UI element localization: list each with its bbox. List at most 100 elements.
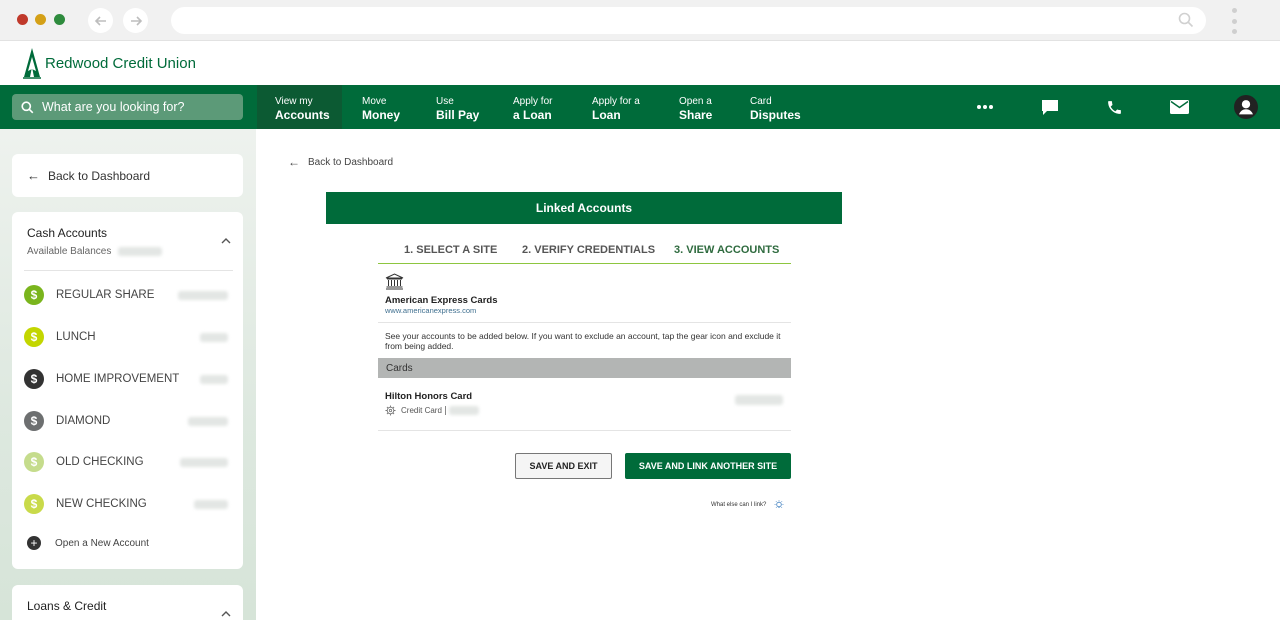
chat-icon[interactable] xyxy=(1038,95,1062,119)
bank-icon xyxy=(385,273,404,290)
cards-section-header: Cards xyxy=(378,358,791,378)
browser-chrome xyxy=(0,0,1280,41)
nav-label-bottom: Bill Pay xyxy=(436,108,480,122)
nav-bill-pay[interactable]: Use Bill Pay xyxy=(436,85,479,129)
account-lunch[interactable]: $ LUNCH xyxy=(24,325,234,349)
nav-label-top: Apply for xyxy=(513,96,553,107)
lightbulb-icon xyxy=(774,500,784,508)
hidden-balance xyxy=(180,457,228,467)
chevron-up-icon[interactable] xyxy=(221,236,231,246)
step-verify-credentials: 2. VERIFY CREDENTIALS xyxy=(522,244,656,256)
dollar-icon: $ xyxy=(24,494,44,514)
nav-label-top: Move xyxy=(362,96,387,107)
nav-label-bottom: a Loan xyxy=(513,108,552,122)
what-else-link[interactable]: What else can I link? xyxy=(711,500,784,510)
search-input[interactable] xyxy=(42,100,232,114)
account-regular-share[interactable]: $ REGULAR SHARE xyxy=(24,283,234,307)
account-home-improvement[interactable]: $ HOME IMPROVEMENT xyxy=(24,367,234,391)
profile-icon[interactable] xyxy=(1234,95,1258,119)
hidden-balance xyxy=(188,416,228,426)
site-search[interactable] xyxy=(12,94,243,120)
nav-apply-for-a-loan[interactable]: Apply for a Loan xyxy=(592,85,640,129)
back-label: Back to Dashboard xyxy=(308,156,394,168)
save-and-link-another-button[interactable]: SAVE AND LINK ANOTHER SITE xyxy=(625,453,791,479)
browser-forward-button[interactable] xyxy=(123,8,148,33)
hidden-balance xyxy=(200,374,228,384)
step-progress: 1. SELECT A SITE 2. VERIFY CREDENTIALS 3… xyxy=(378,238,791,264)
nav-label-top: Apply for a xyxy=(592,96,640,107)
arrow-left-icon xyxy=(94,15,106,26)
nav-open-share[interactable]: Open a Share xyxy=(679,85,712,129)
loans-credit-title: Loans & Credit xyxy=(27,599,107,613)
nav-label-bottom: Accounts xyxy=(275,108,330,122)
gear-icon[interactable] xyxy=(385,405,396,416)
back-label: Back to Dashboard xyxy=(48,168,151,183)
account-name: REGULAR SHARE xyxy=(56,289,155,301)
phone-icon[interactable] xyxy=(1102,95,1126,119)
arrow-left-icon: ← xyxy=(27,168,40,183)
account-name: NEW CHECKING xyxy=(56,498,147,510)
what-else-label: What else can I link? xyxy=(711,502,767,508)
hidden-balance xyxy=(200,332,228,342)
account-old-checking[interactable]: $ OLD CHECKING xyxy=(24,450,234,474)
account-name: DIAMOND xyxy=(56,415,111,427)
browser-menu-icon[interactable] xyxy=(1231,8,1237,34)
save-and-exit-button[interactable]: SAVE AND EXIT xyxy=(515,453,612,479)
divider xyxy=(24,270,233,271)
open-new-account-link[interactable]: + Open a New Account xyxy=(27,536,149,550)
selected-site: American Express Cards www.americanexpre… xyxy=(378,264,791,323)
maximize-window-dot[interactable] xyxy=(54,14,65,25)
nav-label-top: Use xyxy=(436,96,454,107)
card-type: Credit Card xyxy=(401,406,480,416)
account-name: HOME IMPROVEMENT xyxy=(56,373,180,385)
hidden-balance xyxy=(178,290,228,300)
dollar-icon: $ xyxy=(24,327,44,347)
arrow-left-icon: ← xyxy=(288,155,300,169)
linked-accounts-header: Linked Accounts xyxy=(326,192,842,224)
nav-label-top: Card xyxy=(750,96,772,107)
nav-label-bottom: Loan xyxy=(592,108,621,122)
close-window-dot[interactable] xyxy=(17,14,28,25)
hidden-total-balance xyxy=(118,246,163,256)
minimize-window-dot[interactable] xyxy=(35,14,46,25)
redwood-tree-logo-icon[interactable] xyxy=(22,47,42,79)
dollar-icon: $ xyxy=(24,285,44,305)
sidebar-back-to-dashboard[interactable]: ← Back to Dashboard xyxy=(12,154,243,197)
brand-name[interactable]: Redwood Credit Union xyxy=(45,55,196,72)
dollar-icon: $ xyxy=(24,411,44,431)
instructions-text: See your accounts to be added below. If … xyxy=(385,331,781,351)
nav-card-disputes[interactable]: Card Disputes xyxy=(750,85,801,129)
search-icon xyxy=(21,100,34,113)
nav-label-bottom: Share xyxy=(679,108,713,122)
chevron-up-icon[interactable] xyxy=(221,609,231,619)
content-back-to-dashboard[interactable]: ← Back to Dashboard xyxy=(288,155,393,169)
hidden-card-balance xyxy=(735,395,783,405)
logo-bar: Redwood Credit Union xyxy=(0,41,1280,85)
nav-label-bottom: Disputes xyxy=(750,108,801,122)
nav-move-money[interactable]: Move Money xyxy=(362,85,400,129)
loans-credit-card: Loans & Credit xyxy=(12,585,243,620)
account-new-checking[interactable]: $ NEW CHECKING xyxy=(24,492,234,516)
sidebar: ← Back to Dashboard Cash Accounts Availa… xyxy=(0,129,256,620)
nav-label-bottom: Money xyxy=(362,108,401,122)
more-icon[interactable] xyxy=(973,95,997,119)
account-name: LUNCH xyxy=(56,331,96,343)
step-view-accounts: 3. VIEW ACCOUNTS xyxy=(674,244,780,256)
account-diamond[interactable]: $ DIAMOND xyxy=(24,409,234,433)
dollar-icon: $ xyxy=(24,452,44,472)
search-icon xyxy=(1178,12,1194,28)
cash-accounts-card: Cash Accounts Available Balances $ REGUL… xyxy=(12,212,243,569)
nav-view-accounts[interactable]: View my Accounts xyxy=(257,85,342,129)
hidden-balance xyxy=(194,499,228,509)
linked-card-row: Hilton Honors Card Credit Card xyxy=(378,378,791,431)
address-bar[interactable] xyxy=(171,7,1206,34)
browser-back-button[interactable] xyxy=(88,8,113,33)
site-url[interactable]: www.americanexpress.com xyxy=(385,306,476,315)
nav-apply-loan[interactable]: Apply for a Loan xyxy=(513,85,552,129)
step-select-site: 1. SELECT A SITE xyxy=(404,244,498,256)
dollar-icon: $ xyxy=(24,369,44,389)
mail-icon[interactable] xyxy=(1167,95,1191,119)
available-balances-label: Available Balances xyxy=(27,246,163,257)
card-name: Hilton Honors Card xyxy=(385,391,473,402)
arrow-right-icon xyxy=(130,15,142,26)
